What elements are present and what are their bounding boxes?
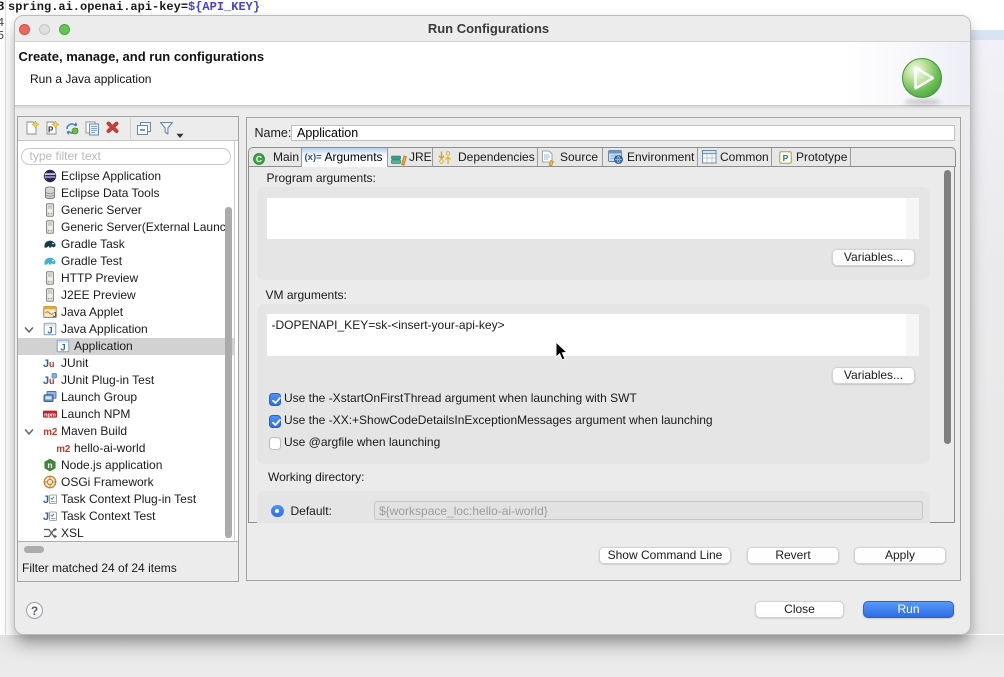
svg-text:P: P xyxy=(783,153,789,163)
svg-text:P: P xyxy=(48,125,54,134)
svg-text:C: C xyxy=(255,154,261,164)
